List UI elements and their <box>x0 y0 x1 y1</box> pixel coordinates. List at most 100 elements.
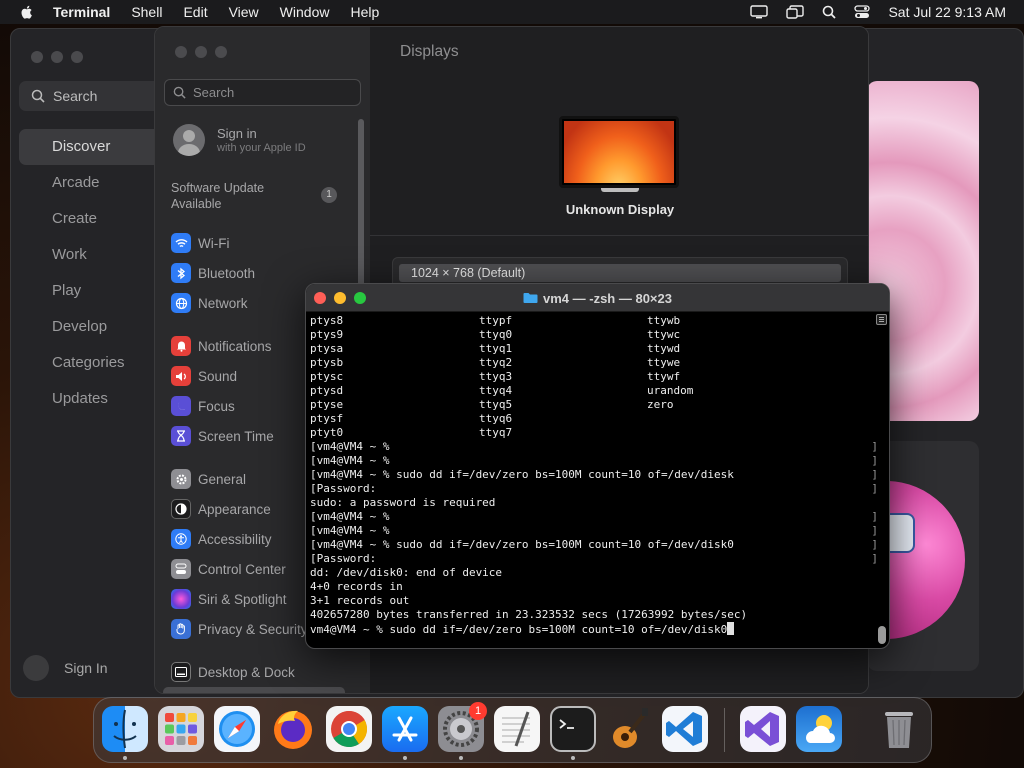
terminal-line: ptysf ttyq6 <box>310 412 513 425</box>
sidebar-item-bluetooth[interactable]: Bluetooth <box>171 262 255 284</box>
terminal-line: [vm4@VM4 ~ %] <box>310 440 878 453</box>
visual-studio-icon[interactable] <box>740 706 786 752</box>
hourglass-icon <box>171 426 191 446</box>
stage-manager-icon[interactable] <box>786 5 805 19</box>
app-store-nav-develop[interactable]: Develop <box>19 309 169 345</box>
firefox-icon[interactable] <box>270 706 316 752</box>
launchpad-icon[interactable] <box>158 706 204 752</box>
terminal-line: ptys9 ttyq0 ttywc <box>310 328 681 341</box>
vscode-icon[interactable] <box>662 706 708 752</box>
app-store-nav-play[interactable]: Play <box>19 273 169 309</box>
trash-icon[interactable] <box>876 706 922 752</box>
app-store-icon[interactable] <box>382 706 428 752</box>
menu-shell[interactable]: Shell <box>131 4 162 20</box>
settings-window-controls[interactable] <box>175 46 227 58</box>
sidebar-item-network[interactable]: Network <box>171 292 248 314</box>
display-thumbnail[interactable] <box>559 116 679 188</box>
search-icon <box>31 89 45 103</box>
resolution-option-selected[interactable]: 1024 × 768 (Default) <box>399 264 841 282</box>
garageband-icon[interactable] <box>606 706 652 752</box>
sidebar-item-sound[interactable]: Sound <box>171 365 237 387</box>
sidebar-item-focus[interactable]: Focus <box>171 395 235 417</box>
dock: 1 <box>93 697 932 763</box>
page-title: Displays <box>400 43 459 60</box>
sidebar-item-accessibility[interactable]: Accessibility <box>171 528 272 550</box>
app-store-nav-arcade[interactable]: Arcade <box>19 165 169 201</box>
terminal-marks-button[interactable] <box>876 314 887 325</box>
sidebar-item-appearance[interactable]: Appearance <box>171 498 271 520</box>
folder-icon <box>523 293 538 303</box>
display-stand <box>601 188 639 192</box>
terminal-prompt-line[interactable]: vm4@VM4 ~ % sudo dd if=/dev/zero bs=100M… <box>310 622 878 636</box>
terminal-line: [vm4@VM4 ~ % sudo dd if=/dev/zero bs=100… <box>310 538 878 551</box>
terminal-line: ptyse ttyq5 zero <box>310 398 674 411</box>
settings-search-input[interactable]: Search <box>164 79 361 106</box>
user-avatar-icon <box>173 124 205 156</box>
app-store-nav-discover[interactable]: Discover <box>19 129 169 165</box>
menu-edit[interactable]: Edit <box>183 4 207 20</box>
sidebar-item-label: Accessibility <box>198 531 272 547</box>
sidebar-item-siri-spotlight[interactable]: Siri & Spotlight <box>171 588 287 610</box>
terminal-scrollbar[interactable] <box>878 626 886 644</box>
hand-icon <box>171 619 191 639</box>
apple-menu-icon[interactable] <box>19 4 35 20</box>
system-settings-running-indicator <box>459 756 463 760</box>
sidebar-item-label: Notifications <box>198 338 272 354</box>
sidebar-item-label: Control Center <box>198 561 286 577</box>
control-center-icon <box>171 559 191 579</box>
safari-icon[interactable] <box>214 706 260 752</box>
current-command: vm4@VM4 ~ % sudo dd if=/dev/zero bs=100M… <box>310 623 728 636</box>
menu-help[interactable]: Help <box>350 4 379 20</box>
menu-clock[interactable]: Sat Jul 22 9:13 AM <box>888 4 1006 20</box>
sidebar-item-label: Bluetooth <box>198 265 256 281</box>
sidebar-item-screen-time[interactable]: Screen Time <box>171 425 274 447</box>
terminal-line: ptys8 ttypf ttywb <box>310 314 681 327</box>
terminal-window: vm4 — -zsh — 80×23 ptys8 ttypf ttywb ptys9… <box>305 283 890 649</box>
moon-icon <box>171 396 191 416</box>
sidebar-item-label: Sound <box>198 368 238 384</box>
screen-mirroring-icon[interactable] <box>750 5 769 19</box>
sidebar-item-general[interactable]: General <box>171 468 246 490</box>
sidebar-item-control-center[interactable]: Control Center <box>171 558 286 580</box>
control-center-icon[interactable] <box>854 5 871 19</box>
terminal-title: vm4 — -zsh — 80×23 <box>306 284 889 312</box>
menu-app-name[interactable]: Terminal <box>53 4 110 20</box>
sidebar-item-selection <box>163 687 345 693</box>
weather-icon[interactable] <box>796 706 842 752</box>
textedit-icon[interactable] <box>494 706 540 752</box>
siri-icon <box>171 589 191 609</box>
terminal-output[interactable]: ptys8 ttypf ttywb ptys9 ttyq0 ttywc ptysa tty… <box>310 314 878 648</box>
app-store-window-controls[interactable] <box>31 51 83 63</box>
menu-window[interactable]: Window <box>280 4 330 20</box>
apple-id-sign-in[interactable]: Sign in with your Apple ID <box>173 124 306 156</box>
app-store-nav-create[interactable]: Create <box>19 201 169 237</box>
gear-icon <box>171 469 191 489</box>
app-store-nav-categories[interactable]: Categories <box>19 345 169 381</box>
sidebar-item-label: Privacy & Security <box>198 621 308 637</box>
terminal-line: ptyt0 ttyq7 <box>310 426 513 439</box>
app-store-nav-work[interactable]: Work <box>19 237 169 273</box>
terminal-icon[interactable] <box>550 706 596 752</box>
app-store-sign-in-label: Sign In <box>64 660 108 676</box>
software-update-label[interactable]: Software Update Available <box>171 180 301 212</box>
app-store-search-placeholder: Search <box>53 88 98 104</box>
sidebar-item-label: Desktop & Dock <box>198 664 295 680</box>
terminal-title-text: vm4 — -zsh — 80×23 <box>543 290 672 306</box>
app-store-nav-updates[interactable]: Updates <box>19 381 169 417</box>
terminal-line: [vm4@VM4 ~ %] <box>310 524 878 537</box>
sidebar-item-wifi[interactable]: Wi-Fi <box>171 232 229 254</box>
terminal-line: dd: /dev/disk0: end of device <box>310 566 503 579</box>
divider <box>370 235 868 236</box>
terminal-line: ptysc ttyq3 ttywf <box>310 370 681 383</box>
finder-icon[interactable] <box>102 706 148 752</box>
sidebar-item-notifications[interactable]: Notifications <box>171 335 272 357</box>
software-update-badge: 1 <box>321 187 337 203</box>
spotlight-search-icon[interactable] <box>822 5 837 19</box>
menu-view[interactable]: View <box>229 4 259 20</box>
app-store-sign-in[interactable]: Sign In <box>23 655 108 681</box>
dock-icon <box>171 662 191 682</box>
sidebar-item-privacy-security[interactable]: Privacy & Security <box>171 618 308 640</box>
chrome-icon[interactable] <box>326 706 372 752</box>
speaker-icon <box>171 366 191 386</box>
sidebar-item-desktop-dock[interactable]: Desktop & Dock <box>171 661 295 683</box>
